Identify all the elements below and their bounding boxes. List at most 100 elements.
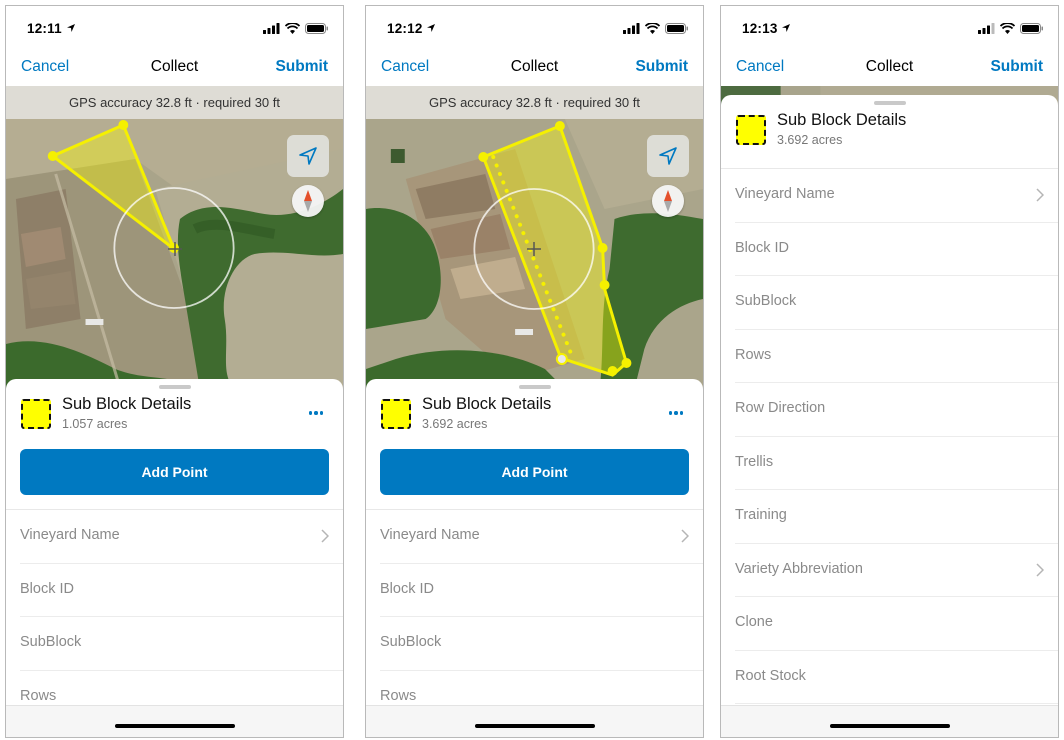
sheet-grabber[interactable] (158, 385, 191, 389)
locate-button[interactable] (287, 135, 329, 177)
add-point-button[interactable]: Add Point (380, 449, 689, 495)
field-label: Root Stock (735, 667, 806, 684)
map-view[interactable] (366, 119, 703, 389)
phone-screen-1: 12:11 Collect Cancel Submit GPS accuracy… (5, 5, 344, 738)
field-row[interactable]: Vineyard Name (20, 510, 343, 564)
battery-icon (665, 23, 688, 34)
home-indicator[interactable] (114, 724, 235, 728)
home-indicator[interactable] (829, 724, 950, 728)
vertex (607, 366, 618, 376)
wifi-icon (1000, 23, 1015, 34)
field-row[interactable]: Vineyard Name (735, 169, 1058, 223)
field-row[interactable]: Clone (735, 597, 1058, 651)
ellipsis-icon (308, 411, 313, 415)
wifi-icon (285, 23, 300, 34)
compass-icon (664, 190, 672, 212)
field-row[interactable]: Block ID (20, 564, 343, 617)
add-point-button[interactable]: Add Point (20, 449, 329, 495)
sheet-header: Sub Block Details 3.692 acres (735, 111, 1044, 151)
chevron-right-icon (1036, 188, 1044, 202)
battery-icon (1020, 23, 1043, 34)
locate-button[interactable] (647, 135, 689, 177)
submit-button[interactable]: Submit (635, 58, 688, 76)
navigation-bar: Collect Cancel Submit (721, 48, 1058, 86)
status-bar: 12:12 (366, 6, 703, 48)
polygon-symbol-swatch (736, 115, 766, 145)
chevron-right-icon (321, 529, 329, 543)
vertex (47, 151, 58, 161)
gps-accuracy-banner: GPS accuracy 32.8 ft · required 30 ft (6, 86, 343, 119)
field-row[interactable]: Variety Abbreviation (735, 544, 1058, 597)
chevron-right-icon (681, 529, 689, 543)
field-row[interactable]: Trellis (735, 437, 1058, 490)
cancel-button[interactable]: Cancel (21, 58, 69, 76)
field-label: Variety Abbreviation (735, 560, 863, 577)
field-label: Block ID (735, 239, 789, 256)
sheet-grabber[interactable] (518, 385, 551, 389)
field-row[interactable]: Row Direction (735, 383, 1058, 437)
attribute-field-list: Vineyard Name Block ID SubBlock Rows (6, 510, 343, 724)
vertex-selected (555, 353, 568, 365)
cellular-signal-icon (978, 23, 995, 34)
vertex (621, 358, 632, 368)
field-label: SubBlock (380, 634, 442, 650)
home-indicator[interactable] (474, 724, 595, 728)
status-time: 12:12 (387, 21, 423, 36)
chevron-right-icon (1036, 562, 1044, 577)
field-label: SubBlock (20, 634, 82, 650)
compass-button[interactable] (652, 185, 684, 217)
field-label: Vineyard Name (20, 527, 120, 543)
field-row[interactable]: SubBlock (735, 276, 1058, 330)
field-label: SubBlock (735, 293, 797, 309)
cellular-signal-icon (263, 23, 280, 34)
sheet-grabber[interactable] (873, 101, 906, 105)
vertex (599, 280, 610, 290)
more-options-button[interactable] (305, 405, 327, 421)
sheet-title: Sub Block Details (422, 395, 552, 413)
field-row[interactable]: Rows (735, 330, 1058, 383)
phone-screen-3: 12:13 Collect Cancel Submit Sub Block De… (720, 5, 1059, 738)
location-services-icon (67, 24, 75, 32)
sheet-title: Sub Block Details (777, 111, 907, 129)
submit-button[interactable]: Submit (275, 58, 328, 76)
ellipsis-icon (668, 411, 673, 415)
wifi-icon (645, 23, 660, 34)
field-label: Block ID (380, 580, 434, 597)
area-readout: 3.692 acres (777, 133, 843, 147)
field-row[interactable]: Vineyard Name (380, 510, 703, 564)
vertex (554, 121, 565, 131)
attribute-field-list: Vineyard Name Block ID SubBlock Rows Row Dir… (721, 169, 1058, 704)
sheet-header: Sub Block Details 1.057 acres (20, 395, 329, 435)
compass-button[interactable] (292, 185, 324, 217)
field-label: Clone (735, 614, 773, 630)
cancel-button[interactable]: Cancel (736, 58, 784, 76)
attribute-field-list: Vineyard Name Block ID SubBlock Rows (366, 510, 703, 724)
sheet-header: Sub Block Details 3.692 acres (380, 395, 689, 435)
area-readout: 1.057 acres (62, 417, 128, 431)
more-options-button[interactable] (665, 405, 687, 421)
vertex (478, 152, 489, 162)
field-row[interactable]: Training (735, 490, 1058, 544)
field-row[interactable]: Block ID (735, 223, 1058, 276)
navigation-arrow-icon (299, 147, 317, 165)
navigation-bar: Collect Cancel Submit (366, 48, 703, 86)
field-label: Row Direction (735, 400, 826, 416)
status-bar: 12:13 (721, 6, 1058, 48)
status-bar: 12:11 (6, 6, 343, 48)
battery-icon (305, 23, 328, 34)
location-services-icon (427, 24, 435, 32)
sheet-title: Sub Block Details (62, 395, 192, 413)
field-row[interactable]: Block ID (380, 564, 703, 617)
map-view[interactable] (6, 119, 343, 389)
gps-accuracy-banner: GPS accuracy 32.8 ft · required 30 ft (366, 86, 703, 119)
field-row[interactable]: SubBlock (20, 617, 343, 671)
polygon-symbol-swatch (381, 399, 411, 429)
field-label: Block ID (20, 580, 74, 597)
field-row[interactable]: SubBlock (380, 617, 703, 671)
submit-button[interactable]: Submit (990, 58, 1043, 76)
field-label: Vineyard Name (380, 527, 480, 543)
home-indicator-area (366, 705, 703, 737)
cancel-button[interactable]: Cancel (381, 58, 429, 76)
home-indicator-area (6, 705, 343, 737)
field-row[interactable]: Root Stock (735, 651, 1058, 704)
